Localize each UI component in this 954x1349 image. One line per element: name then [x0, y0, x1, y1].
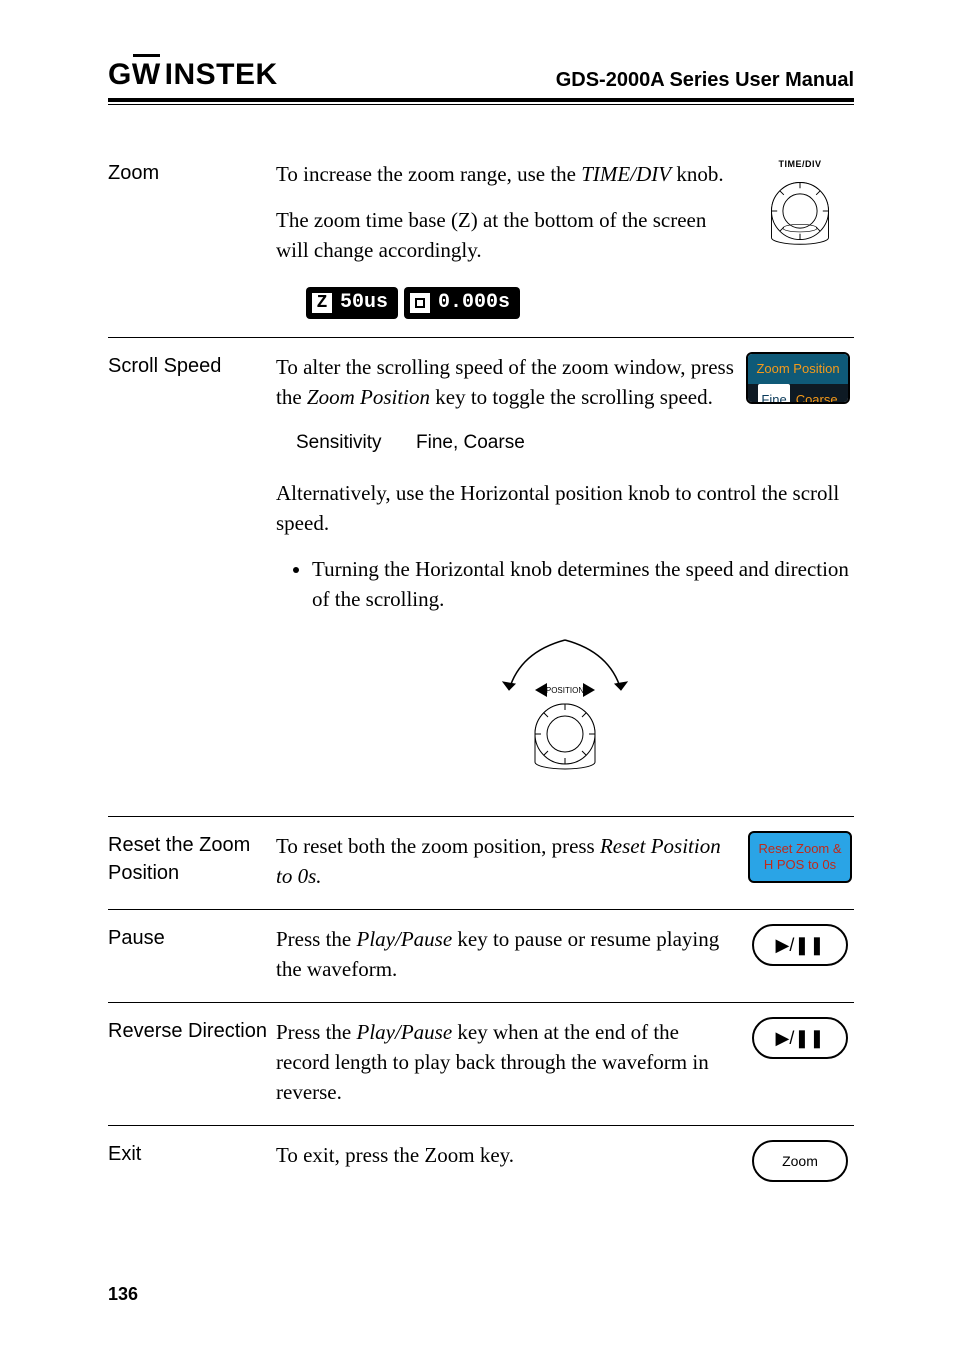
softkey-fine: Fine — [758, 384, 789, 404]
reset-zoom-softkey[interactable]: Reset Zoom & H POS to 0s — [748, 831, 852, 883]
softkey-coarse: Coarse — [796, 385, 838, 404]
sensitivity-label: Sensitivity — [296, 428, 416, 458]
sensitivity-row: Sensitivity Fine, Coarse — [296, 428, 734, 458]
page-header: GWINSTEK GDS-2000A Series User Manual — [108, 58, 854, 92]
section-desc: To alter the scrolling speed of the zoom… — [276, 352, 854, 798]
zoom-p1: To increase the zoom range, use the TIME… — [276, 159, 734, 189]
section-reverse: Reverse Direction Press the Play/Pause k… — [108, 1003, 854, 1125]
scroll-p2: Alternatively, use the Horizontal positi… — [276, 478, 854, 538]
brand-logo: GWINSTEK — [108, 58, 278, 92]
section-reset-zoom: Reset the Zoom Position To reset both th… — [108, 817, 854, 909]
zoom-button-label: Zoom — [782, 1153, 818, 1169]
sensitivity-value: Fine, Coarse — [416, 428, 525, 458]
page: GWINSTEK GDS-2000A Series User Manual Zo… — [0, 0, 954, 1349]
reset-badge-col: Reset Zoom & H POS to 0s — [746, 831, 854, 883]
pause-badge-col: ▶/❚❚ — [746, 924, 854, 966]
play-pause-button[interactable]: ▶/❚❚ — [752, 1017, 848, 1059]
knob-icon — [762, 173, 838, 249]
section-desc: To exit, press the Zoom key. — [276, 1140, 746, 1170]
h-icon — [407, 290, 433, 316]
section-desc: Press the Play/Pause key when at the end… — [276, 1017, 746, 1107]
softkey-line1: Reset Zoom & — [758, 841, 841, 857]
section-label: Scroll Speed — [108, 352, 276, 380]
h-chip: 0.000s — [404, 287, 520, 319]
softkey-bottom: Fine Coarse — [748, 384, 848, 404]
zoom-p2: The zoom time base (Z) at the bottom of … — [276, 205, 734, 265]
exit-p1: To exit, press the Zoom key. — [276, 1140, 734, 1170]
manual-title: GDS-2000A Series User Manual — [556, 69, 854, 92]
knob-label: TIME/DIV — [778, 159, 821, 169]
header-rule-thin — [108, 104, 854, 105]
section-desc: To reset both the zoom position, press R… — [276, 831, 746, 891]
h-value: 0.000s — [436, 288, 520, 318]
exit-badge-col: Zoom — [746, 1140, 854, 1182]
zoom-readout: Z 50us 0.000s — [306, 287, 520, 319]
softkey-line2: H POS to 0s — [764, 857, 836, 873]
zoom-button[interactable]: Zoom — [752, 1140, 848, 1182]
z-chip: Z 50us — [306, 287, 398, 319]
z-icon: Z — [309, 290, 335, 316]
section-zoom: Zoom To increase the zoom range, use the… — [108, 145, 854, 337]
section-label: Zoom — [108, 159, 276, 187]
section-label: Reset the Zoom Position — [108, 831, 276, 887]
section-label: Exit — [108, 1140, 276, 1168]
reset-p1: To reset both the zoom position, press R… — [276, 831, 734, 891]
position-label: POSITION — [546, 686, 584, 695]
scroll-list: Turning the Horizontal knob determines t… — [276, 554, 854, 614]
section-desc: Press the Play/Pause key to pause or res… — [276, 924, 746, 984]
play-pause-button[interactable]: ▶/❚❚ — [752, 924, 848, 966]
scroll-li1: Turning the Horizontal knob determines t… — [312, 554, 854, 614]
reverse-badge-col: ▶/❚❚ — [746, 1017, 854, 1059]
section-scroll-speed: Scroll Speed To alter the scrolling spee… — [108, 338, 854, 816]
page-number: 136 — [108, 1284, 138, 1305]
pause-p1: Press the Play/Pause key to pause or res… — [276, 924, 734, 984]
header-rule-heavy — [108, 98, 854, 102]
reverse-p1: Press the Play/Pause key when at the end… — [276, 1017, 734, 1107]
position-knob-diagram: POSITION — [276, 634, 854, 784]
section-label: Pause — [108, 924, 276, 952]
zoom-badge-col: TIME/DIV — [746, 159, 854, 249]
z-value: 50us — [338, 288, 398, 318]
section-exit: Exit To exit, press the Zoom key. Zoom — [108, 1126, 854, 1200]
play-pause-icon: ▶/❚❚ — [775, 1028, 824, 1049]
play-pause-icon: ▶/❚❚ — [775, 935, 824, 956]
time-div-knob: TIME/DIV — [762, 159, 838, 249]
section-label: Reverse Direction — [108, 1017, 276, 1045]
section-pause: Pause Press the Play/Pause key to pause … — [108, 910, 854, 1002]
scroll-p1: To alter the scrolling speed of the zoom… — [276, 352, 734, 412]
zoom-position-softkey[interactable]: Zoom Position Fine Coarse — [746, 352, 850, 404]
softkey-top: Zoom Position — [748, 354, 848, 384]
section-desc: To increase the zoom range, use the TIME… — [276, 159, 746, 319]
